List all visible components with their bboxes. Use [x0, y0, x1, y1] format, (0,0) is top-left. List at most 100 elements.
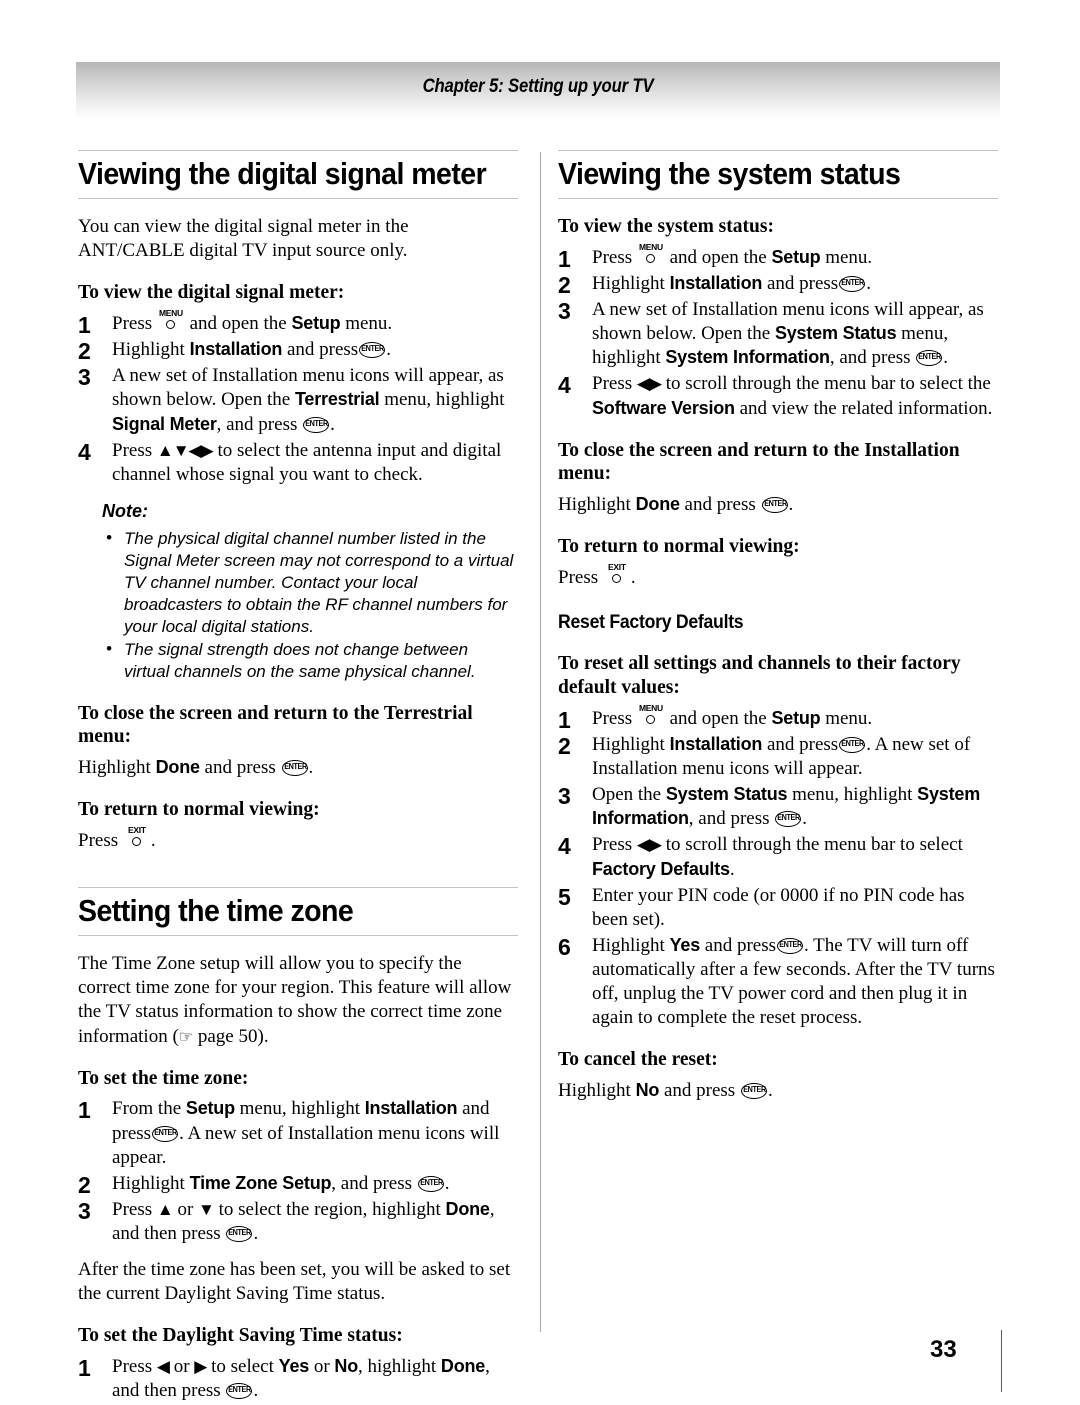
step-text-c: , and press	[688, 808, 770, 830]
heading-viewing-system-status: Viewing the system status	[558, 150, 998, 199]
chapter-header-band: Chapter 5: Setting up your TV	[76, 62, 1000, 120]
arrow-left-icon: ◀	[156, 1357, 170, 1377]
step-number: 2	[558, 271, 571, 298]
list-item: 2 Highlight Installation and press ENTER.	[558, 272, 998, 298]
list-item: 3 A new set of Installation menu icons w…	[558, 298, 998, 370]
menu-button-icon: MENU	[638, 704, 664, 727]
enter-button-icon: ENTER	[916, 350, 943, 367]
list-item: 5 Enter your PIN code (or 0000 if no PIN…	[558, 884, 998, 932]
subheading-to-view-system-status: To view the system status:	[558, 216, 774, 237]
manual-page: Chapter 5: Setting up your TV Viewing th…	[0, 0, 1080, 1401]
text-b: and press	[663, 1080, 736, 1102]
step-text-a: Press	[112, 439, 153, 461]
step-text-e: , highlight	[358, 1356, 437, 1378]
step-text-a: Open the	[592, 784, 662, 806]
subheading-return-normal-viewing: To return to normal viewing:	[78, 799, 320, 821]
list-item: 2 Highlight Installation and press ENTER.…	[558, 733, 998, 781]
step-number: 4	[558, 372, 571, 399]
yes-label: Yes	[278, 1356, 310, 1377]
enter-button-icon: ENTER	[359, 342, 386, 359]
done-label: Done	[440, 1356, 486, 1377]
yes-label: Yes	[669, 934, 701, 955]
step-text-a: Press	[592, 246, 633, 268]
cancel-reset-text: Highlight No and press ENTER.	[558, 1079, 998, 1103]
installation-label: Installation	[669, 733, 763, 754]
return-normal-viewing-text: Press EXIT.	[558, 563, 998, 590]
step-text-b: menu, highlight	[384, 389, 505, 411]
enter-button-icon: ENTER	[740, 1083, 767, 1100]
step-number: 3	[558, 783, 571, 810]
step-number: 2	[78, 1171, 91, 1198]
step-text-c: , and press	[216, 413, 298, 435]
enter-button-icon: ENTER	[839, 736, 866, 753]
subheading-set-dst-status: To set the Daylight Saving Time status:	[78, 1325, 403, 1347]
setup-menu-label: Setup	[185, 1098, 235, 1119]
step-text-c: .	[729, 858, 735, 880]
step-text-b: , and press	[331, 1172, 413, 1194]
steps-view-signal-meter: 1 Press MENU and open the Setup menu. 2 …	[78, 309, 518, 487]
list-item: 3 A new set of Installation menu icons w…	[78, 364, 518, 436]
step-number: 1	[78, 312, 91, 339]
step-number: 3	[78, 364, 91, 391]
step-text-a: Press	[112, 1198, 153, 1220]
note-list: • The physical digital channel number li…	[102, 528, 518, 684]
list-item: 1 Press MENU and open the Setup menu.	[558, 243, 998, 272]
setup-menu-label: Setup	[771, 707, 821, 728]
menu-button-icon: MENU	[158, 309, 184, 332]
enter-button-icon: ENTER	[839, 275, 866, 292]
step-text-b: and open the	[669, 246, 767, 268]
folio-rule	[1001, 1330, 1002, 1392]
step-text-b: and press	[286, 339, 359, 361]
enter-button-icon: ENTER	[303, 416, 330, 433]
list-item: • The physical digital channel number li…	[102, 528, 518, 638]
text-a: Highlight	[558, 1080, 631, 1102]
step-text-c: menu.	[345, 313, 393, 335]
return-normal-viewing-text: Press EXIT.	[78, 826, 518, 853]
text-b: and press	[684, 494, 756, 516]
step-number: 2	[558, 732, 571, 759]
installation-label: Installation	[189, 339, 283, 360]
setup-menu-label: Setup	[291, 313, 341, 334]
step-text-b: and press	[704, 934, 777, 956]
list-item: 3 Press ▲ or ▼ to select the region, hig…	[78, 1198, 518, 1246]
step-text-a: Press	[592, 373, 633, 395]
page-number: 33	[930, 1336, 957, 1363]
step-text-a: From the	[112, 1098, 182, 1120]
steps-view-system-status: 1 Press MENU and open the Setup menu. 2 …	[558, 243, 998, 421]
enter-button-icon: ENTER	[281, 760, 308, 777]
step-number: 1	[78, 1097, 91, 1124]
step-text-c: .	[866, 272, 871, 294]
note-label: Note:	[102, 500, 148, 521]
text-a: Highlight	[558, 494, 631, 516]
step-text-c: menu.	[825, 246, 873, 268]
subheading-close-return-terrestrial: To close the screen and return to the Te…	[78, 702, 473, 748]
enter-button-icon: ENTER	[226, 1383, 253, 1400]
step-text-a: Press	[112, 1356, 153, 1378]
steps-set-dst: 1 Press ◀ or ▶ to select Yes or No, high…	[78, 1355, 518, 1403]
close-return-terrestrial-text: Highlight Done and press ENTER.	[78, 756, 518, 780]
enter-button-icon: ENTER	[775, 811, 802, 828]
arrow-right-icon: ▶	[194, 1357, 207, 1377]
terrestrial-label: Terrestrial	[294, 389, 380, 410]
step-text-d: or	[313, 1356, 330, 1378]
step-number: 4	[558, 833, 571, 860]
step-text-c: .	[444, 1172, 450, 1194]
menu-button-icon: MENU	[638, 243, 664, 266]
step-text-c: .	[386, 339, 391, 361]
subheading-to-view-signal-meter: To view the digital signal meter:	[78, 282, 345, 304]
step-text-b: and press	[766, 272, 839, 294]
list-item: 2 Highlight Time Zone Setup, and press E…	[78, 1172, 518, 1198]
text-b: page 50).	[193, 1025, 269, 1047]
step-text-a: Press	[592, 834, 633, 856]
step-text-c: and view the related information.	[739, 397, 993, 419]
step-number: 5	[558, 883, 571, 910]
installation-label: Installation	[669, 272, 763, 293]
text-c: .	[308, 757, 314, 779]
list-item: 1 Press ◀ or ▶ to select Yes or No, high…	[78, 1355, 518, 1403]
system-status-label: System Status	[774, 323, 897, 344]
system-status-label: System Status	[665, 784, 788, 805]
step-text-b: or	[177, 1198, 194, 1220]
step-text-a: Highlight	[112, 1172, 185, 1194]
text-b: and press	[204, 757, 276, 779]
step-text-a: Press	[112, 313, 153, 335]
